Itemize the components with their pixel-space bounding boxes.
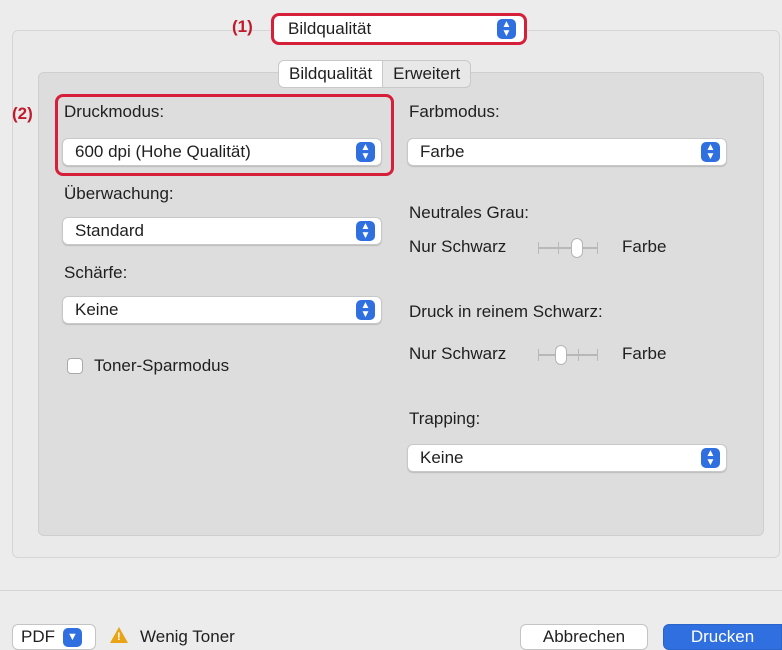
trapping-value: Keine (420, 448, 464, 467)
neutrales-grau-right-label: Farbe (622, 237, 667, 256)
panel-select-value: Bildqualität (288, 19, 372, 38)
toner-sparmodus-checkbox[interactable] (67, 358, 83, 374)
farbmodus-select[interactable]: Farbe ▲ ▼ (407, 138, 727, 166)
chevron-updown-icon: ▲ ▼ (497, 19, 516, 39)
reinem-schwarz-left-label: Nur Schwarz (409, 344, 507, 363)
cancel-button[interactable]: Abbrechen (520, 624, 648, 650)
slider-track (538, 247, 598, 249)
warning-icon: ! (110, 627, 128, 643)
annotation-1: (1) (232, 17, 253, 36)
neutrales-grau-left-label: Nur Schwarz (409, 237, 507, 256)
slider-tick (578, 349, 579, 361)
reinem-schwarz-slider[interactable] (538, 345, 598, 365)
tab-bar: Bildqualität Erweitert (278, 60, 472, 88)
chevron-updown-icon: ▲ ▼ (701, 142, 720, 162)
chevron-updown-icon: ▲ ▼ (356, 300, 375, 320)
neutrales-grau-slider[interactable] (538, 238, 598, 258)
schaerfe-select[interactable]: Keine ▲ ▼ (62, 296, 382, 324)
trapping-label: Trapping: (409, 409, 481, 428)
pdf-label: PDF (21, 627, 55, 646)
chevron-updown-icon: ▲ ▼ (356, 221, 375, 241)
slider-tick (597, 349, 598, 361)
schaerfe-label: Schärfe: (64, 263, 128, 282)
slider-knob[interactable] (571, 238, 583, 258)
slider-tick (538, 349, 539, 361)
slider-knob[interactable] (555, 345, 567, 365)
chevron-updown-icon: ▲ ▼ (356, 142, 375, 162)
slider-tick (558, 242, 559, 254)
reinem-schwarz-label: Druck in reinem Schwarz: (409, 302, 603, 321)
slider-track (538, 354, 598, 356)
schaerfe-value: Keine (75, 300, 119, 319)
slider-tick (597, 242, 598, 254)
pdf-menu-button[interactable]: PDF ▼ (12, 624, 96, 650)
trapping-select[interactable]: Keine ▲ ▼ (407, 444, 727, 472)
print-button[interactable]: Drucken (663, 624, 782, 650)
panel-select[interactable]: Bildqualität ▲ ▼ (276, 17, 522, 41)
ueberwachung-label: Überwachung: (64, 184, 174, 203)
ueberwachung-select[interactable]: Standard ▲ ▼ (62, 217, 382, 245)
druckmodus-label: Druckmodus: (64, 102, 165, 121)
druckmodus-value: 600 dpi (Hohe Qualität) (75, 142, 251, 161)
footer-divider (0, 590, 782, 591)
tab-bildqualitaet[interactable]: Bildqualität (279, 61, 384, 87)
warning-text: Wenig Toner (140, 627, 235, 646)
druckmodus-select[interactable]: 600 dpi (Hohe Qualität) ▲ ▼ (62, 138, 382, 166)
slider-tick (538, 242, 539, 254)
tab-erweitert[interactable]: Erweitert (383, 61, 470, 87)
chevron-down-icon: ▼ (63, 627, 82, 647)
farbmodus-label: Farbmodus: (409, 102, 500, 121)
ueberwachung-value: Standard (75, 221, 144, 240)
chevron-updown-icon: ▲ ▼ (701, 448, 720, 468)
toner-sparmodus-label: Toner-Sparmodus (94, 356, 230, 375)
neutrales-grau-label: Neutrales Grau: (409, 203, 529, 222)
annotation-2: (2) (12, 104, 33, 123)
farbmodus-value: Farbe (420, 142, 465, 161)
reinem-schwarz-right-label: Farbe (622, 344, 667, 363)
